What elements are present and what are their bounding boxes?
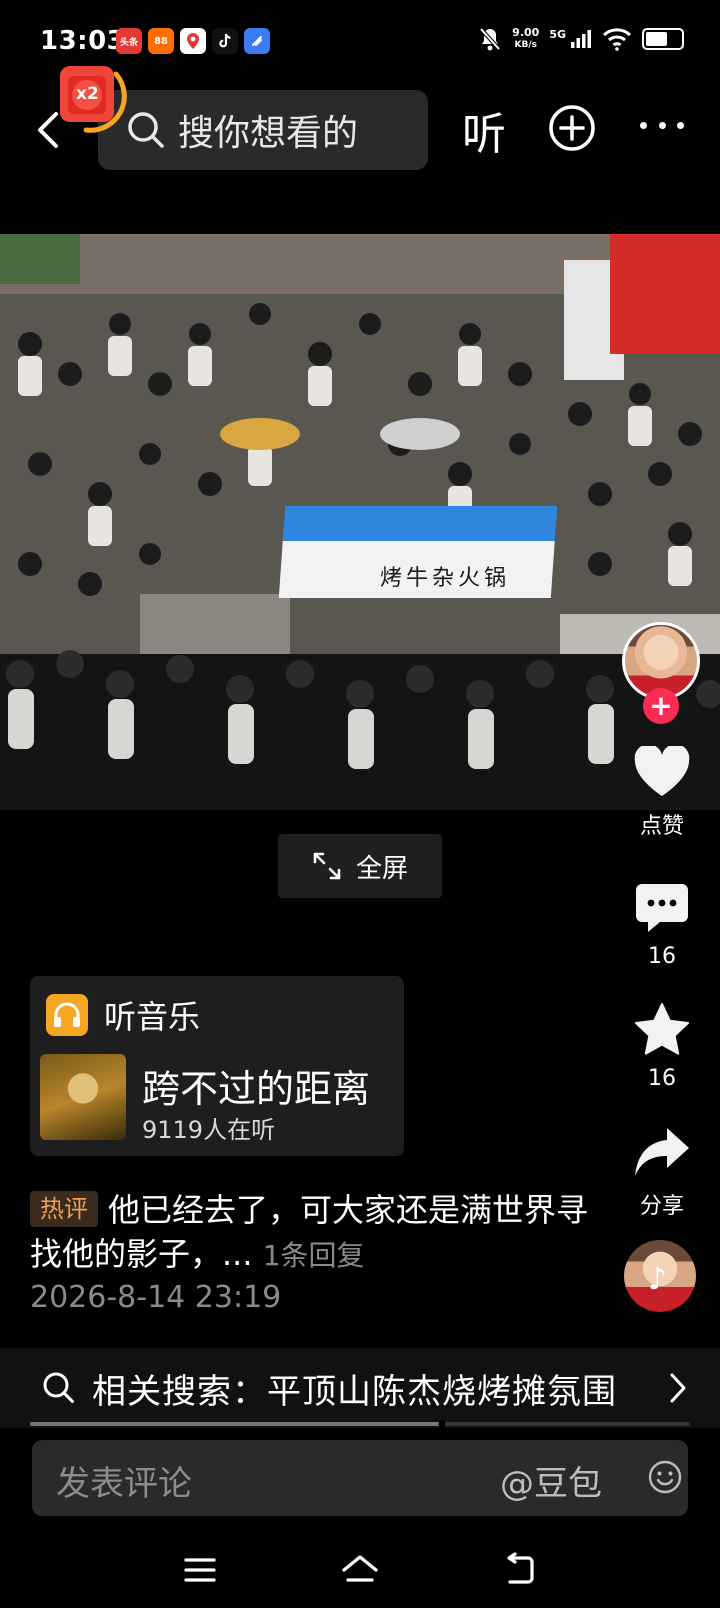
- comment-placeholder: 发表评论: [56, 1464, 192, 1504]
- comment-button[interactable]: 16: [620, 882, 704, 969]
- comment-bubble-icon: [636, 884, 688, 932]
- music-card[interactable]: 听音乐 跨不过的距离 9119人在听: [30, 976, 404, 1156]
- heart-icon: [634, 744, 690, 796]
- star-icon: [635, 1003, 689, 1055]
- redpacket-widget[interactable]: x2: [54, 58, 134, 138]
- stall-sign: 烤牛杂火锅: [380, 566, 511, 591]
- related-search-bar[interactable]: 相关搜索：平顶山陈杰烧烤摊氛围: [0, 1348, 720, 1428]
- red-tent: [610, 234, 720, 354]
- music-note-icon: ♪: [648, 1262, 668, 1297]
- video-progress-bar[interactable]: [30, 1421, 690, 1427]
- mention-doubao-button[interactable]: @豆包: [500, 1456, 602, 1505]
- toutiao-app-icon: 头条: [116, 28, 142, 54]
- home-icon[interactable]: [340, 1552, 380, 1588]
- status-app-icons: 头条 88: [116, 28, 270, 54]
- fullscreen-label: 全屏: [355, 853, 408, 884]
- search-placeholder: 搜你想看的: [178, 113, 359, 154]
- net-speed: 9.00 KB/s: [512, 26, 540, 51]
- mute-bell-icon: [479, 27, 501, 51]
- share-arrow-icon: [635, 1128, 689, 1176]
- song-title: 跨不过的距离: [142, 1067, 371, 1111]
- hot-comment-badge: 热评: [30, 1191, 98, 1227]
- blue-app-icon: [244, 28, 270, 54]
- related-search-label: 相关搜索：平顶山陈杰烧烤摊氛围: [92, 1371, 617, 1412]
- album-cover: [40, 1054, 126, 1140]
- like-label: 点赞: [639, 814, 684, 839]
- battery-icon: [642, 28, 684, 50]
- music-card-title: 听音乐: [104, 998, 201, 1036]
- signal-icon: 5G: [549, 29, 592, 49]
- status-time: 13:03: [40, 26, 126, 56]
- top-nav: 搜你想看的 x2 听: [0, 66, 720, 172]
- headphones-icon: [46, 994, 88, 1036]
- share-button[interactable]: 分享: [620, 1126, 704, 1220]
- wifi-icon: [602, 28, 632, 51]
- expand-icon: [313, 852, 341, 880]
- favorite-count: 16: [648, 1066, 676, 1091]
- search-input[interactable]: 搜你想看的: [98, 90, 428, 170]
- video-player[interactable]: 烤牛杂火锅: [0, 234, 720, 810]
- comment-timestamp: 2026-8-14 23:19: [30, 1280, 282, 1315]
- comment-input[interactable]: 发表评论 @豆包: [32, 1440, 688, 1516]
- reply-count[interactable]: 1条回复: [263, 1239, 365, 1272]
- add-circle-icon[interactable]: [548, 104, 596, 152]
- hot-comment[interactable]: 热评 他已经去了，可大家还是满世界寻找他的影子，... 1条回复: [30, 1188, 590, 1278]
- share-label: 分享: [639, 1194, 684, 1219]
- redpacket-multiplier: x2: [76, 84, 99, 104]
- follow-button[interactable]: +: [643, 688, 679, 724]
- listener-count: 9119人在听: [142, 1116, 276, 1144]
- music-card-header: 听音乐: [46, 992, 200, 1038]
- video-progress-thumb[interactable]: [439, 1421, 446, 1427]
- video-progress-fill: [30, 1422, 440, 1426]
- tiktok-app-icon: [212, 28, 238, 54]
- back-nav-icon[interactable]: [500, 1552, 540, 1588]
- system-nav-bar: [0, 1536, 720, 1608]
- favorite-button[interactable]: 16: [620, 1002, 704, 1091]
- search-icon: [43, 1372, 74, 1403]
- status-right: 9.00 KB/s 5G: [478, 26, 684, 52]
- menu-icon[interactable]: [180, 1552, 220, 1588]
- like-button[interactable]: 点赞: [620, 744, 704, 840]
- emoji-icon[interactable]: [648, 1460, 682, 1494]
- more-menu-icon[interactable]: [640, 122, 684, 134]
- red-pin-app-icon: [180, 28, 206, 54]
- listen-button[interactable]: 听: [462, 98, 506, 162]
- comment-count: 16: [648, 944, 676, 969]
- fullscreen-button[interactable]: 全屏: [278, 834, 442, 898]
- orange-app-icon: 88: [148, 28, 174, 54]
- chevron-right-icon: [670, 1373, 686, 1403]
